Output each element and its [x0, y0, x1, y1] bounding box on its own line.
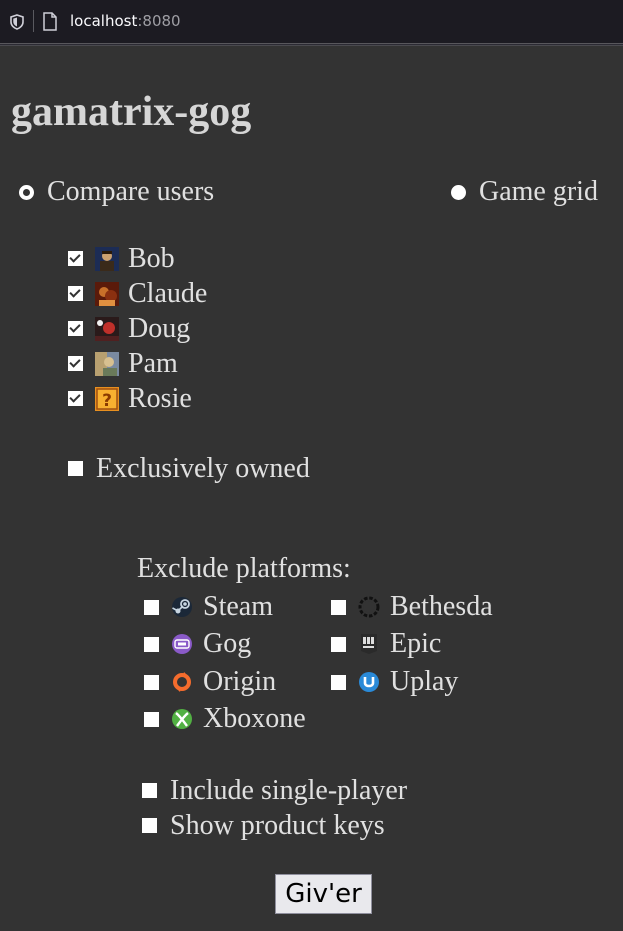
- platform-name: Gog: [203, 628, 252, 659]
- steam-icon: [172, 597, 192, 617]
- xbox-icon: [172, 709, 192, 729]
- url-host: localhost: [70, 12, 138, 30]
- url-port: :8080: [137, 12, 181, 30]
- platform-steam[interactable]: Steam: [144, 589, 273, 625]
- gog-icon: [172, 634, 192, 654]
- user-row-bob[interactable]: Bob: [68, 241, 175, 276]
- platform-name: Bethesda: [390, 591, 493, 622]
- platform-bethesda[interactable]: Bethesda: [331, 589, 493, 625]
- exclusively-owned-checkbox[interactable]: [68, 461, 83, 476]
- show-product-keys-label: Show product keys: [170, 809, 385, 841]
- include-single-player-label: Include single-player: [170, 774, 408, 806]
- browser-toolbar: localhost:8080: [0, 0, 623, 46]
- platform-checkbox[interactable]: [144, 636, 159, 652]
- origin-icon: [173, 672, 191, 692]
- user-row-doug[interactable]: Doug: [68, 311, 190, 346]
- compare-users-label: Compare users: [47, 176, 215, 207]
- show-product-keys-checkbox[interactable]: [142, 818, 157, 833]
- include-single-player-checkbox[interactable]: [142, 783, 157, 798]
- user-name: Pam: [128, 347, 178, 379]
- user-name: Claude: [128, 277, 208, 309]
- platform-origin[interactable]: Origin: [144, 664, 276, 700]
- avatar: [95, 246, 119, 271]
- avatar: [95, 281, 119, 306]
- user-name: Rosie: [128, 382, 192, 414]
- avatar: ?: [95, 386, 119, 411]
- mode-game-grid[interactable]: Game grid: [451, 176, 598, 208]
- exclusively-owned-option[interactable]: Exclusively owned: [68, 451, 310, 486]
- platform-epic[interactable]: Epic: [331, 626, 441, 662]
- avatar: [95, 316, 119, 341]
- uplay-icon: [359, 672, 379, 692]
- epic-icon: [361, 634, 377, 654]
- url-text[interactable]: localhost:8080: [70, 12, 181, 30]
- bethesda-icon: [358, 596, 380, 618]
- platform-name: Epic: [390, 628, 442, 659]
- user-checkbox[interactable]: [68, 286, 83, 301]
- user-checkbox[interactable]: [68, 391, 83, 406]
- platform-name: Origin: [203, 666, 277, 697]
- exclusively-owned-label: Exclusively owned: [96, 452, 310, 484]
- platform-checkbox[interactable]: [331, 599, 346, 615]
- platform-checkbox[interactable]: [144, 711, 159, 727]
- toolbar-separator: [33, 10, 34, 32]
- user-name: Bob: [128, 242, 175, 274]
- platform-name: Uplay: [390, 666, 459, 697]
- platform-name: Xboxone: [203, 703, 306, 734]
- page-icon: [43, 12, 57, 31]
- game-grid-radio[interactable]: [451, 184, 466, 200]
- compare-users-radio[interactable]: [19, 184, 34, 200]
- include-single-player-option[interactable]: Include single-player: [142, 773, 407, 808]
- giver-submit-button[interactable]: Giv'er: [275, 874, 372, 914]
- page-title: gamatrix-gog: [11, 89, 252, 135]
- user-row-rosie[interactable]: ? Rosie: [68, 381, 192, 416]
- platform-xboxone[interactable]: Xboxone: [144, 701, 306, 737]
- platform-checkbox[interactable]: [144, 599, 159, 615]
- address-bar[interactable]: localhost:8080: [0, 0, 623, 44]
- game-grid-label: Game grid: [479, 176, 598, 207]
- show-product-keys-option[interactable]: Show product keys: [142, 808, 385, 843]
- user-row-claude[interactable]: Claude: [68, 276, 207, 311]
- user-checkbox[interactable]: [68, 251, 83, 266]
- user-checkbox[interactable]: [68, 356, 83, 371]
- exclude-platforms-heading: Exclude platforms:: [137, 553, 351, 584]
- avatar: [95, 351, 119, 376]
- user-row-pam[interactable]: Pam: [68, 346, 178, 381]
- user-checkbox[interactable]: [68, 321, 83, 336]
- mode-compare-users[interactable]: Compare users: [19, 176, 214, 208]
- svg-text:?: ?: [102, 391, 112, 411]
- platform-uplay[interactable]: Uplay: [331, 664, 458, 700]
- platform-gog[interactable]: Gog: [144, 626, 251, 662]
- platform-name: Steam: [203, 591, 273, 622]
- platform-checkbox[interactable]: [144, 674, 159, 690]
- platform-checkbox[interactable]: [331, 636, 346, 652]
- user-name: Doug: [128, 312, 191, 344]
- platform-checkbox[interactable]: [331, 674, 346, 690]
- shield-icon[interactable]: [9, 14, 25, 30]
